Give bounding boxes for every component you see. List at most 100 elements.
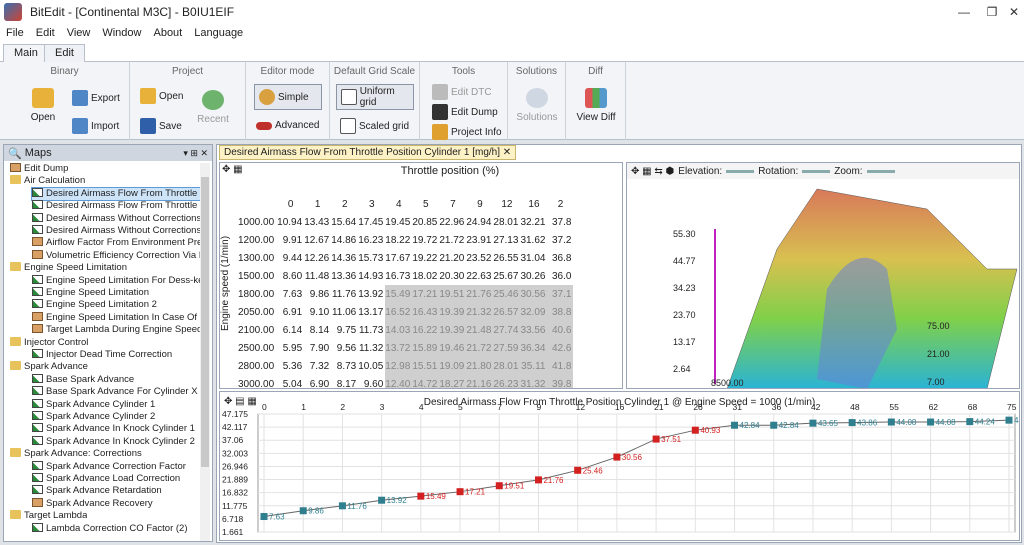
table-cell[interactable]: 19.39 <box>439 321 467 339</box>
x-axis-cell[interactable]: 9 <box>466 196 493 213</box>
tree-folder[interactable]: Injector Control <box>10 336 88 349</box>
table-cell[interactable]: 15.49 <box>385 285 413 303</box>
edit-dump-button[interactable]: Edit Dump <box>432 104 498 120</box>
recent-button[interactable]: Recent <box>196 90 230 125</box>
table-cell[interactable]: 28.01 <box>493 357 521 375</box>
tree-item[interactable]: Injector Dead Time Correction <box>32 349 172 361</box>
menu-window[interactable]: Window <box>96 27 147 39</box>
table-cell[interactable]: 16.73 <box>385 267 412 285</box>
table-cell[interactable]: 15.73 <box>358 249 385 267</box>
table-cell[interactable]: 42.6 <box>547 339 574 357</box>
table-cell[interactable]: 11.76 <box>331 285 358 303</box>
table-cell[interactable]: 18.02 <box>412 267 439 285</box>
uniform-grid-button[interactable]: Uniform grid <box>336 84 414 110</box>
table-cell[interactable]: 14.93 <box>358 267 385 285</box>
table-cell[interactable]: 8.73 <box>331 357 358 375</box>
table-cell[interactable]: 18.27 <box>439 375 467 388</box>
data-point[interactable] <box>848 419 856 427</box>
table-cell[interactable]: 17.45 <box>358 213 385 231</box>
table-cell[interactable]: 23.52 <box>466 249 493 267</box>
table-cell[interactable]: 35.11 <box>520 357 548 375</box>
table-cell[interactable]: 19.09 <box>439 357 467 375</box>
table-cell[interactable]: 5.36 <box>277 357 304 375</box>
table-cell[interactable]: 31.04 <box>520 249 547 267</box>
table-cell[interactable]: 9.56 <box>331 339 358 357</box>
table-cell[interactable]: 11.73 <box>358 321 385 339</box>
table-cell[interactable]: 7.63 <box>277 285 304 303</box>
export-button[interactable]: Export <box>72 90 120 106</box>
table-cell[interactable]: 18.22 <box>385 231 412 249</box>
tree-item[interactable]: Desired Airmass Without Corrections Cy <box>32 212 202 225</box>
table-cell[interactable]: 19.72 <box>412 231 439 249</box>
table-cell[interactable]: 21.16 <box>466 375 494 388</box>
minimize-button[interactable]: — <box>950 2 978 22</box>
tree-item[interactable]: Spark Advance Load Correction <box>32 473 180 485</box>
table-cell[interactable]: 20.30 <box>439 267 466 285</box>
table-cell[interactable]: 32.21 <box>520 213 547 231</box>
table-cell[interactable]: 9.91 <box>277 231 304 249</box>
data-point[interactable] <box>378 496 386 504</box>
data-point[interactable] <box>927 418 935 426</box>
table-cell[interactable]: 15.64 <box>331 213 358 231</box>
table-cell[interactable]: 17.67 <box>385 249 412 267</box>
tab-main[interactable]: Main <box>3 44 49 63</box>
y-axis-cell[interactable]: 1500.00 <box>238 267 277 285</box>
tree-item[interactable]: Engine Speed Limitation For Dess-key <box>32 274 202 287</box>
tree-item[interactable]: Airflow Factor From Environment Pressu <box>32 237 202 249</box>
table-cell[interactable]: 26.55 <box>493 249 520 267</box>
table-cell[interactable]: 27.59 <box>493 339 521 357</box>
table-cell[interactable]: 12.40 <box>385 375 413 388</box>
table-cell[interactable]: 39.8 <box>547 375 574 388</box>
table-cell[interactable]: 32.09 <box>520 303 548 321</box>
table-cell[interactable]: 16.22 <box>412 321 440 339</box>
data-point[interactable] <box>966 418 974 426</box>
tree-item[interactable]: Base Spark Advance <box>32 373 134 386</box>
tab-edit[interactable]: Edit <box>44 44 85 62</box>
project-open-button[interactable]: Open <box>140 88 183 104</box>
table-cell[interactable]: 14.86 <box>331 231 358 249</box>
tree-item[interactable]: Target Lambda During Engine Speed Lir <box>32 324 202 336</box>
table-cell[interactable]: 21.80 <box>466 357 494 375</box>
view-tool-icons[interactable]: ✥ ▦ ⇆ ⬢ <box>631 166 674 177</box>
tree-folder[interactable]: Engine Speed Limitation <box>10 262 127 274</box>
table-cell[interactable]: 19.51 <box>439 285 467 303</box>
y-axis-cell[interactable]: 1800.00 <box>238 285 277 303</box>
x-axis-cell[interactable]: 7 <box>439 196 466 213</box>
save-button[interactable]: Save <box>140 118 182 134</box>
tree-item[interactable]: Lambda Correction CO Factor (2) <box>32 522 188 535</box>
data-point[interactable] <box>887 418 895 426</box>
data-point[interactable] <box>260 513 268 521</box>
table-cell[interactable]: 19.39 <box>439 303 467 321</box>
table-cell[interactable]: 7.32 <box>304 357 331 375</box>
table-cell[interactable]: 8.14 <box>304 321 331 339</box>
data-point[interactable] <box>770 421 778 429</box>
table-cell[interactable]: 12.26 <box>304 249 331 267</box>
table-cell[interactable]: 21.72 <box>466 339 494 357</box>
table-cell[interactable]: 27.13 <box>493 231 520 249</box>
table-cell[interactable]: 13.72 <box>385 339 413 357</box>
table-cell[interactable]: 15.51 <box>412 357 440 375</box>
table-cell[interactable]: 13.17 <box>358 303 385 321</box>
table-cell[interactable]: 37.8 <box>547 213 573 231</box>
data-point[interactable] <box>574 466 582 474</box>
table-cell[interactable]: 38.8 <box>547 303 574 321</box>
tree-item[interactable]: Spark Advance Cylinder 2 <box>32 411 155 423</box>
tree-folder[interactable]: Edit Dump <box>10 163 68 175</box>
data-point[interactable] <box>456 488 464 496</box>
data-point[interactable] <box>613 453 621 461</box>
table-cell[interactable]: 8.60 <box>277 267 304 285</box>
table-cell[interactable]: 10.94 <box>277 213 304 231</box>
table-cell[interactable]: 26.23 <box>493 375 521 388</box>
table-cell[interactable]: 21.76 <box>466 285 494 303</box>
table-cell[interactable]: 9.44 <box>277 249 304 267</box>
y-axis-cell[interactable]: 1200.00 <box>238 231 277 249</box>
scroll-thumb[interactable] <box>201 177 209 467</box>
table-cell[interactable]: 8.17 <box>331 375 358 389</box>
table-cell[interactable]: 6.90 <box>304 375 331 389</box>
table-cell[interactable]: 14.72 <box>412 375 440 388</box>
table-cell[interactable]: 37.1 <box>547 285 574 303</box>
table-cell[interactable]: 40.6 <box>547 321 574 339</box>
simple-mode-button[interactable]: Simple <box>254 84 322 110</box>
tree-item[interactable]: Desired Airmass Flow From Throttle Pos <box>32 200 202 212</box>
table-cell[interactable]: 31.32 <box>520 375 548 388</box>
